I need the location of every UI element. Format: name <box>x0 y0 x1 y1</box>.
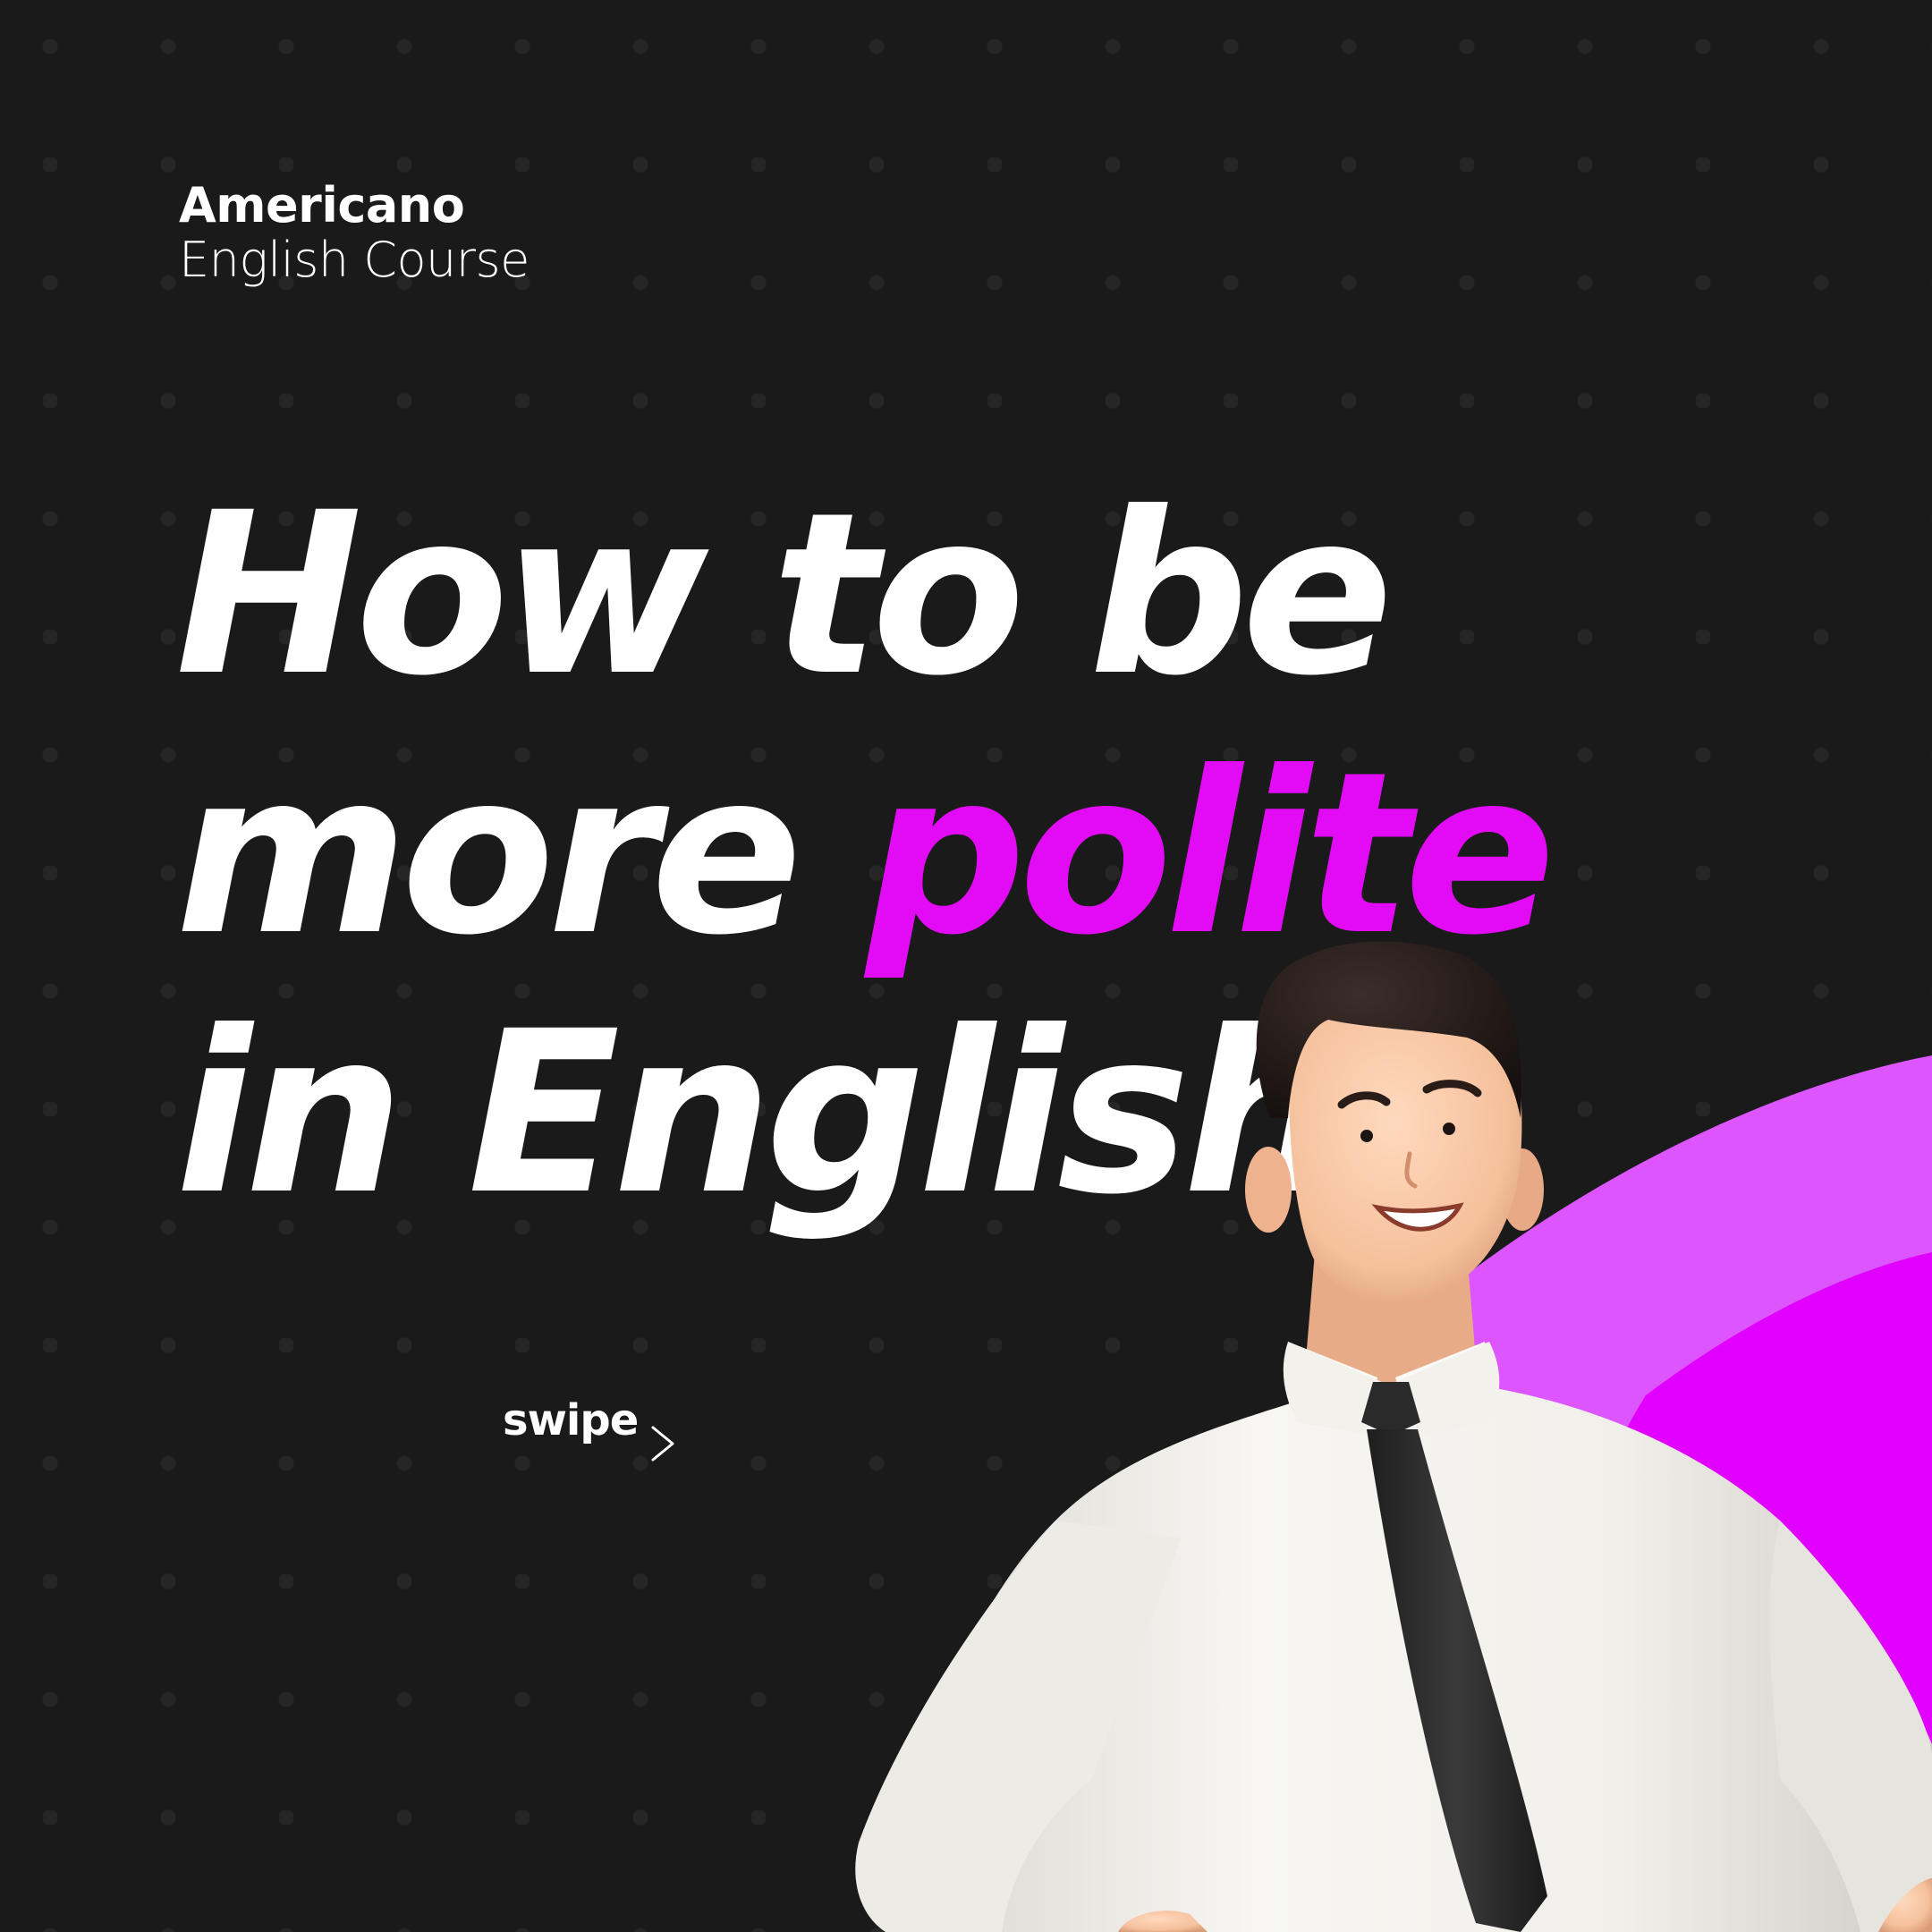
headline-accent-word: polite <box>866 724 1555 984</box>
headline-line-1: How to be <box>175 464 1394 724</box>
headline-line-3: in English <box>175 983 1343 1243</box>
headline-line-2: more polite <box>175 724 1555 984</box>
headline-line-2-prefix: more <box>175 724 867 984</box>
headline: How to be more polite in English <box>175 464 1555 1243</box>
post-canvas: Americano English Course How to be more … <box>0 0 1932 1932</box>
